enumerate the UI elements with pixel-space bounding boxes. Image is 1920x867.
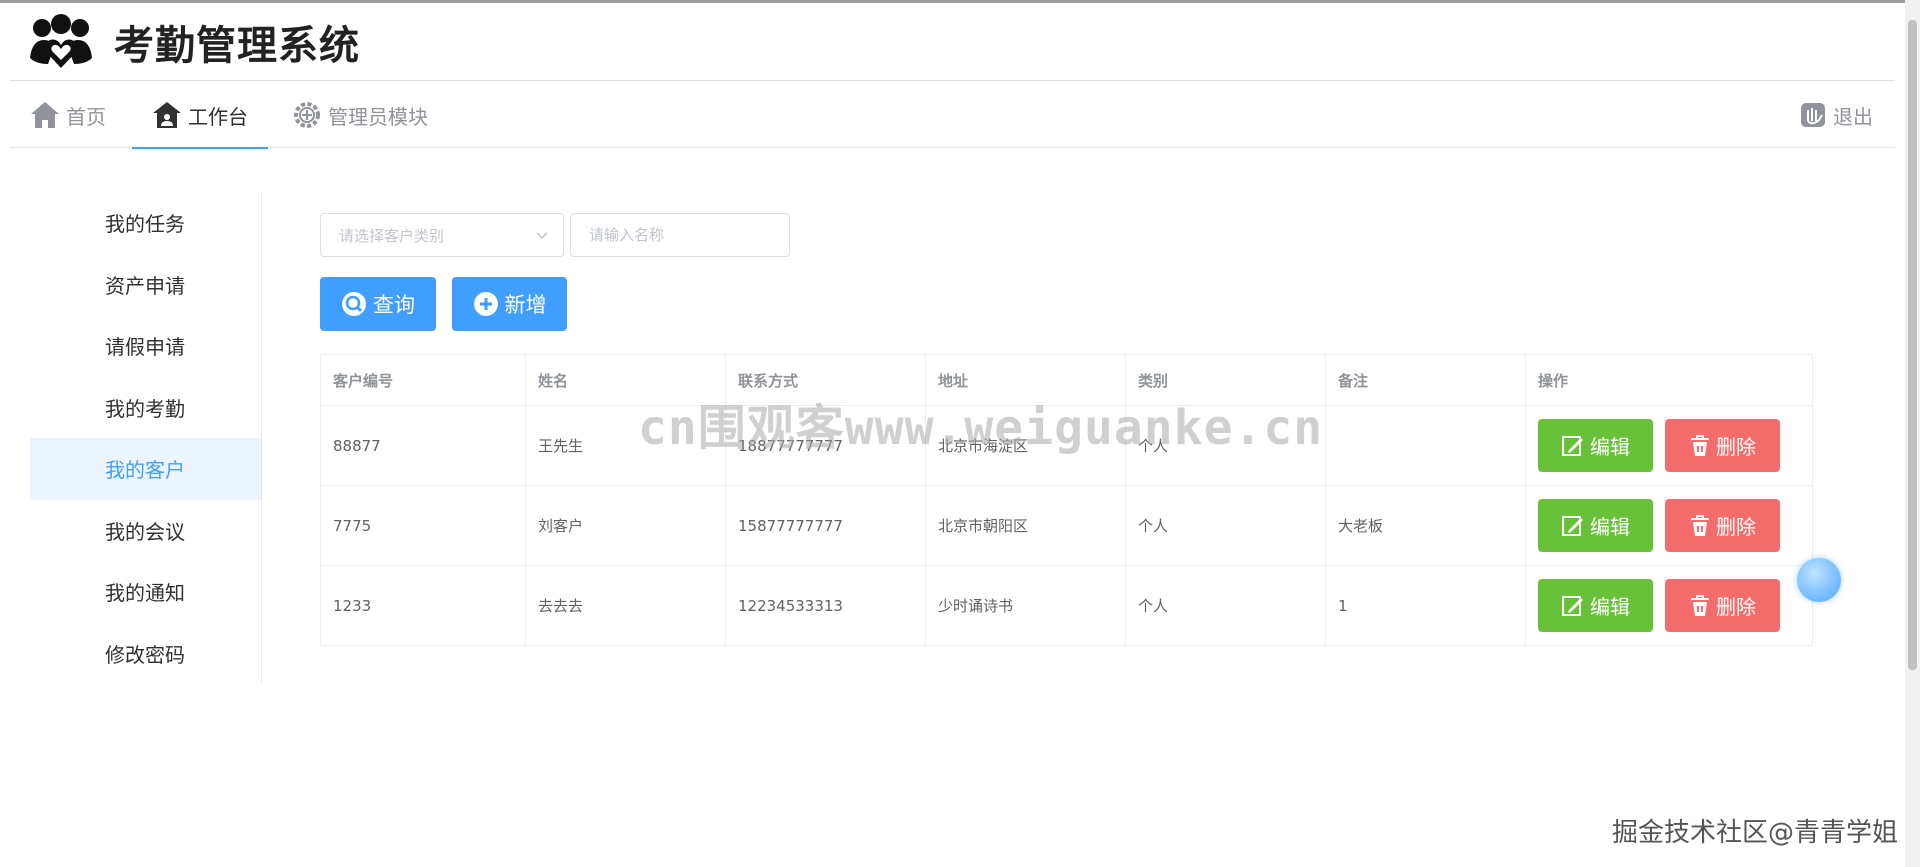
nav-admin[interactable]: 管理员模块 bbox=[292, 82, 428, 148]
cell-name: 刘客户 bbox=[525, 485, 726, 566]
home-icon bbox=[31, 102, 59, 128]
edit-icon bbox=[1562, 595, 1583, 616]
cell-address: 少时诵诗书 bbox=[925, 565, 1126, 646]
sidebar-item-customers[interactable]: 我的客户 bbox=[30, 438, 261, 500]
edit-label: 编辑 bbox=[1590, 595, 1630, 619]
cell-note: 1 bbox=[1325, 565, 1526, 646]
query-button-label: 查询 bbox=[373, 293, 415, 317]
chevron-down-icon bbox=[536, 232, 548, 240]
sidebar-item-tasks[interactable]: 我的任务 bbox=[30, 192, 261, 254]
nav-logout-label: 退出 bbox=[1833, 104, 1873, 129]
cell-name: 去去去 bbox=[525, 565, 726, 646]
nav-admin-label: 管理员模块 bbox=[328, 104, 428, 129]
delete-button[interactable]: 删除 bbox=[1665, 419, 1780, 472]
footer-watermark: 掘金技术社区@青青学姐 bbox=[1611, 818, 1898, 848]
cell-actions: 编辑 删除 bbox=[1525, 405, 1813, 486]
sidebar-item-notices[interactable]: 我的通知 bbox=[30, 561, 261, 623]
col-header-note: 备注 bbox=[1325, 354, 1526, 406]
cell-actions: 编辑 删除 bbox=[1525, 485, 1813, 566]
cell-note: 大老板 bbox=[1325, 485, 1526, 566]
app-header: 考勤管理系统 bbox=[10, 3, 1895, 81]
edit-icon bbox=[1562, 515, 1583, 536]
table-row: 7775 刘客户 15877777777 北京市朝阳区 个人 大老板 编辑 删除 bbox=[320, 485, 1813, 566]
customer-type-placeholder: 请选择客户类别 bbox=[339, 226, 445, 245]
sidebar-menu: 我的任务 资产申请 请假申请 我的考勤 我的客户 我的会议 我的通知 修改密码 bbox=[30, 192, 262, 682]
nav-workbench[interactable]: 工作台 bbox=[132, 82, 268, 149]
cell-note bbox=[1325, 405, 1526, 486]
query-button[interactable]: 查询 bbox=[320, 277, 436, 331]
sidebar-item-asset-request[interactable]: 资产申请 bbox=[30, 254, 261, 316]
trash-icon bbox=[1691, 594, 1709, 616]
app-title: 考勤管理系统 bbox=[114, 22, 360, 69]
floating-assistant-button[interactable] bbox=[1797, 558, 1841, 602]
name-search-input[interactable] bbox=[589, 226, 789, 244]
nav-workbench-label: 工作台 bbox=[188, 104, 248, 129]
cell-phone: 12234533313 bbox=[725, 565, 926, 646]
edit-button[interactable]: 编辑 bbox=[1538, 579, 1653, 632]
table-row: 1233 去去去 12234533313 少时诵诗书 个人 1 编辑 删除 bbox=[320, 565, 1813, 646]
delete-label: 删除 bbox=[1716, 595, 1756, 619]
cell-id: 7775 bbox=[320, 485, 526, 566]
cell-id: 88877 bbox=[320, 405, 526, 486]
edit-label: 编辑 bbox=[1590, 435, 1630, 459]
add-button-label: 新增 bbox=[504, 293, 547, 317]
name-search-field bbox=[570, 213, 790, 257]
edit-label: 编辑 bbox=[1590, 515, 1630, 539]
gear-icon bbox=[294, 102, 320, 128]
nav-home-label: 首页 bbox=[66, 104, 106, 129]
add-circle-icon bbox=[473, 292, 498, 316]
cell-actions: 编辑 删除 bbox=[1525, 565, 1813, 646]
cell-id: 1233 bbox=[320, 565, 526, 646]
sidebar-item-change-password[interactable]: 修改密码 bbox=[30, 623, 261, 685]
top-nav: 首页 工作台 管理员模块 退出 bbox=[10, 82, 1895, 149]
edit-button[interactable]: 编辑 bbox=[1538, 419, 1653, 472]
add-button[interactable]: 新增 bbox=[452, 277, 567, 331]
edit-button[interactable]: 编辑 bbox=[1538, 499, 1653, 552]
sidebar-item-leave-request[interactable]: 请假申请 bbox=[30, 315, 261, 377]
trash-icon bbox=[1691, 514, 1709, 536]
edit-icon bbox=[1562, 435, 1583, 456]
delete-button[interactable]: 删除 bbox=[1665, 499, 1780, 552]
col-header-actions: 操作 bbox=[1525, 354, 1813, 406]
page-scrollbar[interactable] bbox=[1905, 0, 1920, 867]
nav-home[interactable]: 首页 bbox=[30, 82, 106, 148]
cell-type: 个人 bbox=[1125, 485, 1326, 566]
workbench-home-icon bbox=[153, 102, 181, 128]
trash-icon bbox=[1691, 434, 1709, 456]
delete-button[interactable]: 删除 bbox=[1665, 579, 1780, 632]
customer-type-select[interactable]: 请选择客户类别 bbox=[320, 213, 564, 257]
users-logo-icon bbox=[28, 12, 98, 72]
site-watermark: cn围观客www.weiguanke.cn bbox=[638, 400, 1324, 456]
scrollbar-thumb[interactable] bbox=[1908, 20, 1917, 670]
cell-phone: 15877777777 bbox=[725, 485, 926, 566]
sidebar-item-attendance[interactable]: 我的考勤 bbox=[30, 377, 261, 439]
delete-label: 删除 bbox=[1716, 515, 1756, 539]
nav-logout[interactable]: 退出 bbox=[1799, 82, 1873, 148]
col-header-id: 客户编号 bbox=[320, 354, 526, 406]
search-icon bbox=[342, 292, 366, 316]
logout-icon bbox=[1801, 103, 1825, 127]
sidebar-item-meetings[interactable]: 我的会议 bbox=[30, 500, 261, 562]
cell-address: 北京市朝阳区 bbox=[925, 485, 1126, 566]
delete-label: 删除 bbox=[1716, 435, 1756, 459]
cell-type: 个人 bbox=[1125, 565, 1326, 646]
